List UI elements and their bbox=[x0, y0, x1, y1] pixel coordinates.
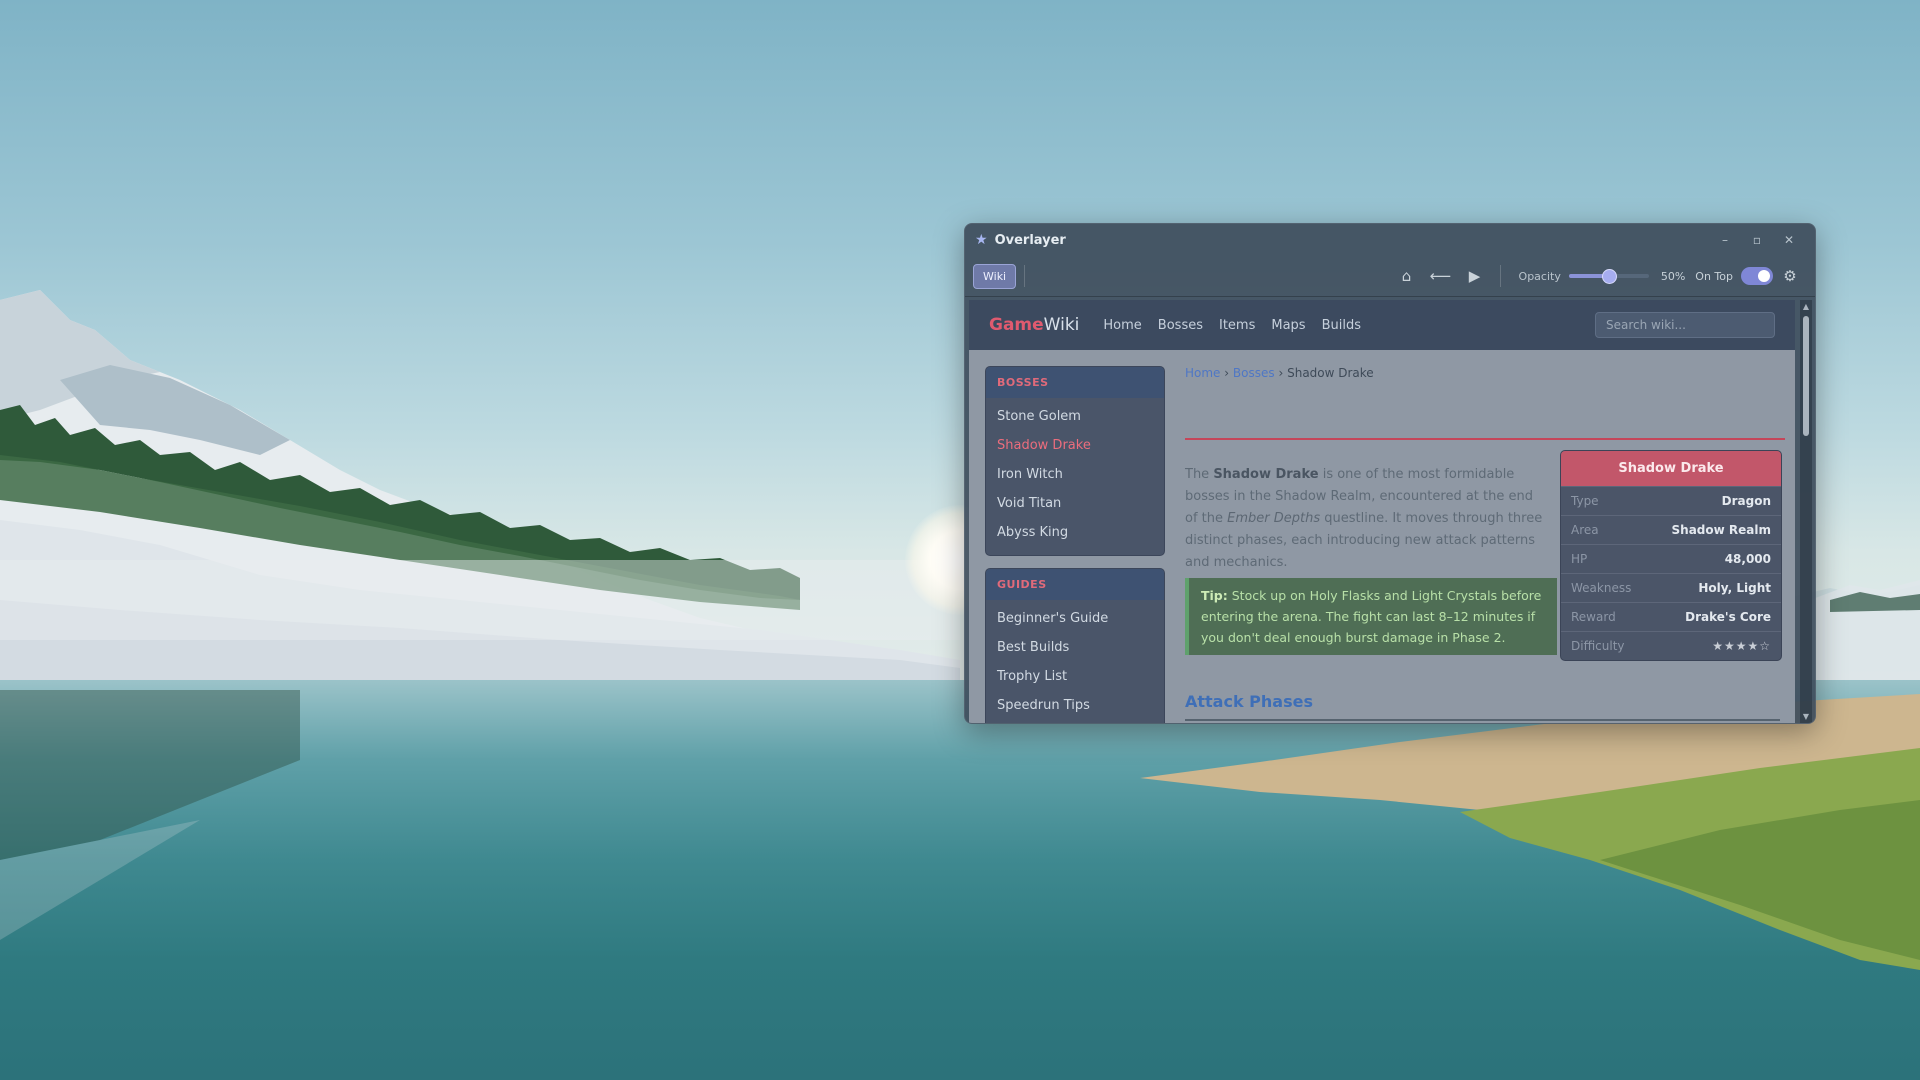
difficulty-stars: ★★★★☆ bbox=[1712, 639, 1771, 653]
nav-home[interactable]: Home bbox=[1103, 318, 1141, 333]
play-icon[interactable]: ▶ bbox=[1458, 267, 1492, 285]
boss-infobox: Shadow Drake Type Dragon Area Shadow Realm… bbox=[1560, 450, 1782, 661]
article: Home › Bosses › Shadow Drake The Shadow … bbox=[1185, 366, 1785, 721]
scrollbar[interactable]: ▲ ▼ bbox=[1800, 300, 1812, 723]
infobox-key: Reward bbox=[1571, 610, 1616, 624]
on-top-control: On Top bbox=[1695, 267, 1773, 285]
toggle-knob bbox=[1758, 270, 1770, 282]
wiki-sidebar: BOSSES Stone Golem Shadow Drake Iron Wit… bbox=[985, 366, 1165, 723]
search-input[interactable] bbox=[1595, 312, 1775, 338]
intro-boss-name: Shadow Drake bbox=[1213, 467, 1319, 482]
infobox-key: Type bbox=[1571, 494, 1599, 508]
opacity-label: Opacity bbox=[1518, 269, 1561, 283]
sidebar-item-stone-golem[interactable]: Stone Golem bbox=[986, 402, 1164, 431]
sidebar-item-trophy-list[interactable]: Trophy List bbox=[986, 662, 1164, 691]
title-bar[interactable]: ★ Overlayer – ▫ ✕ bbox=[965, 224, 1815, 256]
intro-paragraph: The Shadow Drake is one of the most form… bbox=[1185, 464, 1547, 574]
bosses-panel: BOSSES Stone Golem Shadow Drake Iron Wit… bbox=[985, 366, 1165, 556]
tab-wiki[interactable]: Wiki bbox=[973, 263, 1017, 289]
back-arrow-icon[interactable]: ⟵ bbox=[1424, 267, 1458, 285]
breadcrumb-home[interactable]: Home bbox=[1185, 366, 1220, 380]
bosses-heading: BOSSES bbox=[986, 367, 1164, 398]
toolbar-divider-2 bbox=[1499, 265, 1501, 287]
section-heading-attack-phases: Attack Phases bbox=[1185, 692, 1780, 721]
toolbar: Wiki ⌂ ⟵ ▶ Opacity 50% On Top ⚙ bbox=[965, 256, 1815, 297]
wiki-navbar: GameWiki Home Bosses Items Maps Builds bbox=[969, 300, 1795, 350]
infobox-value: Drake's Core bbox=[1685, 610, 1771, 624]
tip-text: Stock up on Holy Flasks and Light Crysta… bbox=[1201, 588, 1542, 645]
window-title: Overlayer bbox=[994, 232, 1066, 248]
infobox-value: Dragon bbox=[1721, 494, 1771, 508]
close-button[interactable]: ✕ bbox=[1773, 233, 1805, 247]
tip-label: Tip: bbox=[1201, 588, 1228, 603]
infobox-value: Holy, Light bbox=[1698, 581, 1771, 595]
breadcrumb-separator: › bbox=[1224, 366, 1230, 380]
infobox-value: Shadow Realm bbox=[1671, 523, 1771, 537]
scrollbar-thumb[interactable] bbox=[1803, 316, 1809, 436]
sidebar-item-void-titan[interactable]: Void Titan bbox=[986, 489, 1164, 518]
wiki-logo[interactable]: GameWiki bbox=[989, 315, 1079, 335]
infobox-row: Difficulty ★★★★☆ bbox=[1561, 631, 1781, 660]
opacity-slider[interactable] bbox=[1568, 269, 1649, 284]
infobox-row: Reward Drake's Core bbox=[1561, 602, 1781, 631]
nav-maps[interactable]: Maps bbox=[1271, 318, 1305, 333]
sidebar-item-speedrun-tips[interactable]: Speedrun Tips bbox=[986, 691, 1164, 720]
scroll-up-icon[interactable]: ▲ bbox=[1800, 302, 1812, 311]
guides-panel: GUIDES Beginner's Guide Best Builds Trop… bbox=[985, 568, 1165, 723]
gear-icon[interactable]: ⚙ bbox=[1773, 267, 1807, 285]
infobox-row: Type Dragon bbox=[1561, 486, 1781, 515]
scroll-down-icon[interactable]: ▼ bbox=[1800, 712, 1812, 721]
sidebar-item-iron-witch[interactable]: Iron Witch bbox=[986, 460, 1164, 489]
minimize-button[interactable]: – bbox=[1709, 233, 1741, 247]
sidebar-item-abyss-king[interactable]: Abyss King bbox=[986, 518, 1164, 547]
intro-text-1: The bbox=[1185, 467, 1214, 482]
home-icon[interactable]: ⌂ bbox=[1390, 267, 1424, 285]
guides-heading: GUIDES bbox=[986, 569, 1164, 600]
sidebar-item-best-builds[interactable]: Best Builds bbox=[986, 633, 1164, 662]
infobox-key: Weakness bbox=[1571, 581, 1632, 595]
toolbar-divider bbox=[1024, 265, 1026, 287]
maximize-button[interactable]: ▫ bbox=[1741, 233, 1773, 247]
infobox-key: Area bbox=[1571, 523, 1599, 537]
infobox-title: Shadow Drake bbox=[1561, 451, 1781, 486]
breadcrumb-bosses[interactable]: Bosses bbox=[1233, 366, 1275, 380]
sidebar-item-beginners-guide[interactable]: Beginner's Guide bbox=[986, 604, 1164, 633]
logo-wiki-text: Wiki bbox=[1043, 315, 1080, 335]
infobox-value: 48,000 bbox=[1724, 552, 1771, 566]
wiki-webview: GameWiki Home Bosses Items Maps Builds B… bbox=[969, 300, 1795, 723]
star-icon: ★ bbox=[975, 232, 988, 248]
title-divider bbox=[1185, 438, 1785, 440]
nav-builds[interactable]: Builds bbox=[1322, 318, 1361, 333]
opacity-slider-thumb[interactable] bbox=[1602, 269, 1618, 284]
logo-game-text: Game bbox=[989, 315, 1044, 335]
nav-items[interactable]: Items bbox=[1219, 318, 1255, 333]
infobox-row: Area Shadow Realm bbox=[1561, 515, 1781, 544]
opacity-value: 50% bbox=[1660, 269, 1686, 283]
infobox-key: Difficulty bbox=[1571, 639, 1625, 653]
breadcrumb-current: Shadow Drake bbox=[1287, 366, 1374, 380]
overlayer-window: ★ Overlayer – ▫ ✕ Wiki ⌂ ⟵ ▶ Opacity 50%… bbox=[964, 223, 1816, 724]
infobox-row: Weakness Holy, Light bbox=[1561, 573, 1781, 602]
sidebar-item-shadow-drake[interactable]: Shadow Drake bbox=[986, 431, 1164, 460]
nav-bosses[interactable]: Bosses bbox=[1158, 318, 1203, 333]
tip-callout: Tip: Stock up on Holy Flasks and Light C… bbox=[1185, 578, 1557, 655]
on-top-toggle[interactable] bbox=[1741, 267, 1773, 285]
breadcrumb: Home › Bosses › Shadow Drake bbox=[1185, 366, 1785, 380]
infobox-row: HP 48,000 bbox=[1561, 544, 1781, 573]
intro-questline: Ember Depths bbox=[1227, 511, 1321, 526]
on-top-label: On Top bbox=[1695, 269, 1733, 283]
breadcrumb-separator: › bbox=[1278, 366, 1284, 380]
infobox-key: HP bbox=[1571, 552, 1588, 566]
